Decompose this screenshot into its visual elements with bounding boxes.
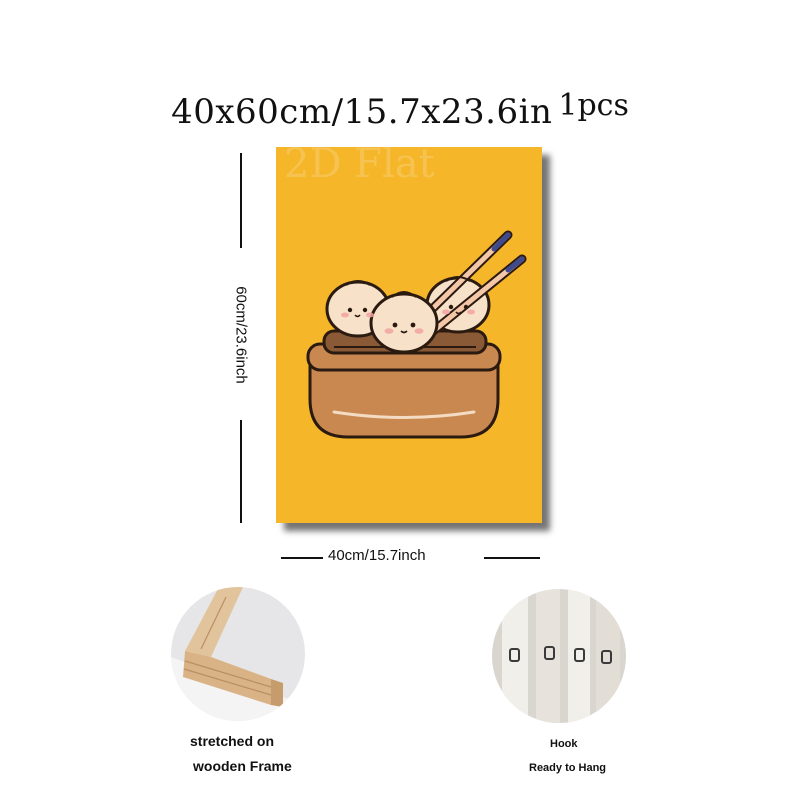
- height-label: 60cm/23.6inch: [232, 286, 250, 384]
- height-line-top: [240, 153, 242, 248]
- quantity-label: 1pcs: [558, 88, 629, 123]
- wooden-frame-photo: [171, 587, 305, 721]
- height-line-bottom: [240, 420, 242, 523]
- size-label: 40x60cm/15.7x23.6in: [171, 92, 553, 132]
- poster-canvas: 2D Flat: [276, 141, 542, 523]
- width-line-right: [484, 557, 540, 559]
- width-line-left: [281, 557, 323, 559]
- hook-photo: [492, 589, 626, 723]
- product-title: 40x60cm/15.7x23.6in 1pcs: [0, 88, 800, 132]
- frame-caption-line2: wooden Frame: [193, 758, 292, 774]
- dumpling-basket-illustration: [306, 230, 527, 439]
- width-label: 40cm/15.7inch: [328, 547, 426, 564]
- hook-caption-line1: Hook: [550, 738, 578, 750]
- frame-caption-line1: stretched on: [190, 733, 275, 749]
- hook-caption-line2: Ready to Hang: [529, 762, 607, 774]
